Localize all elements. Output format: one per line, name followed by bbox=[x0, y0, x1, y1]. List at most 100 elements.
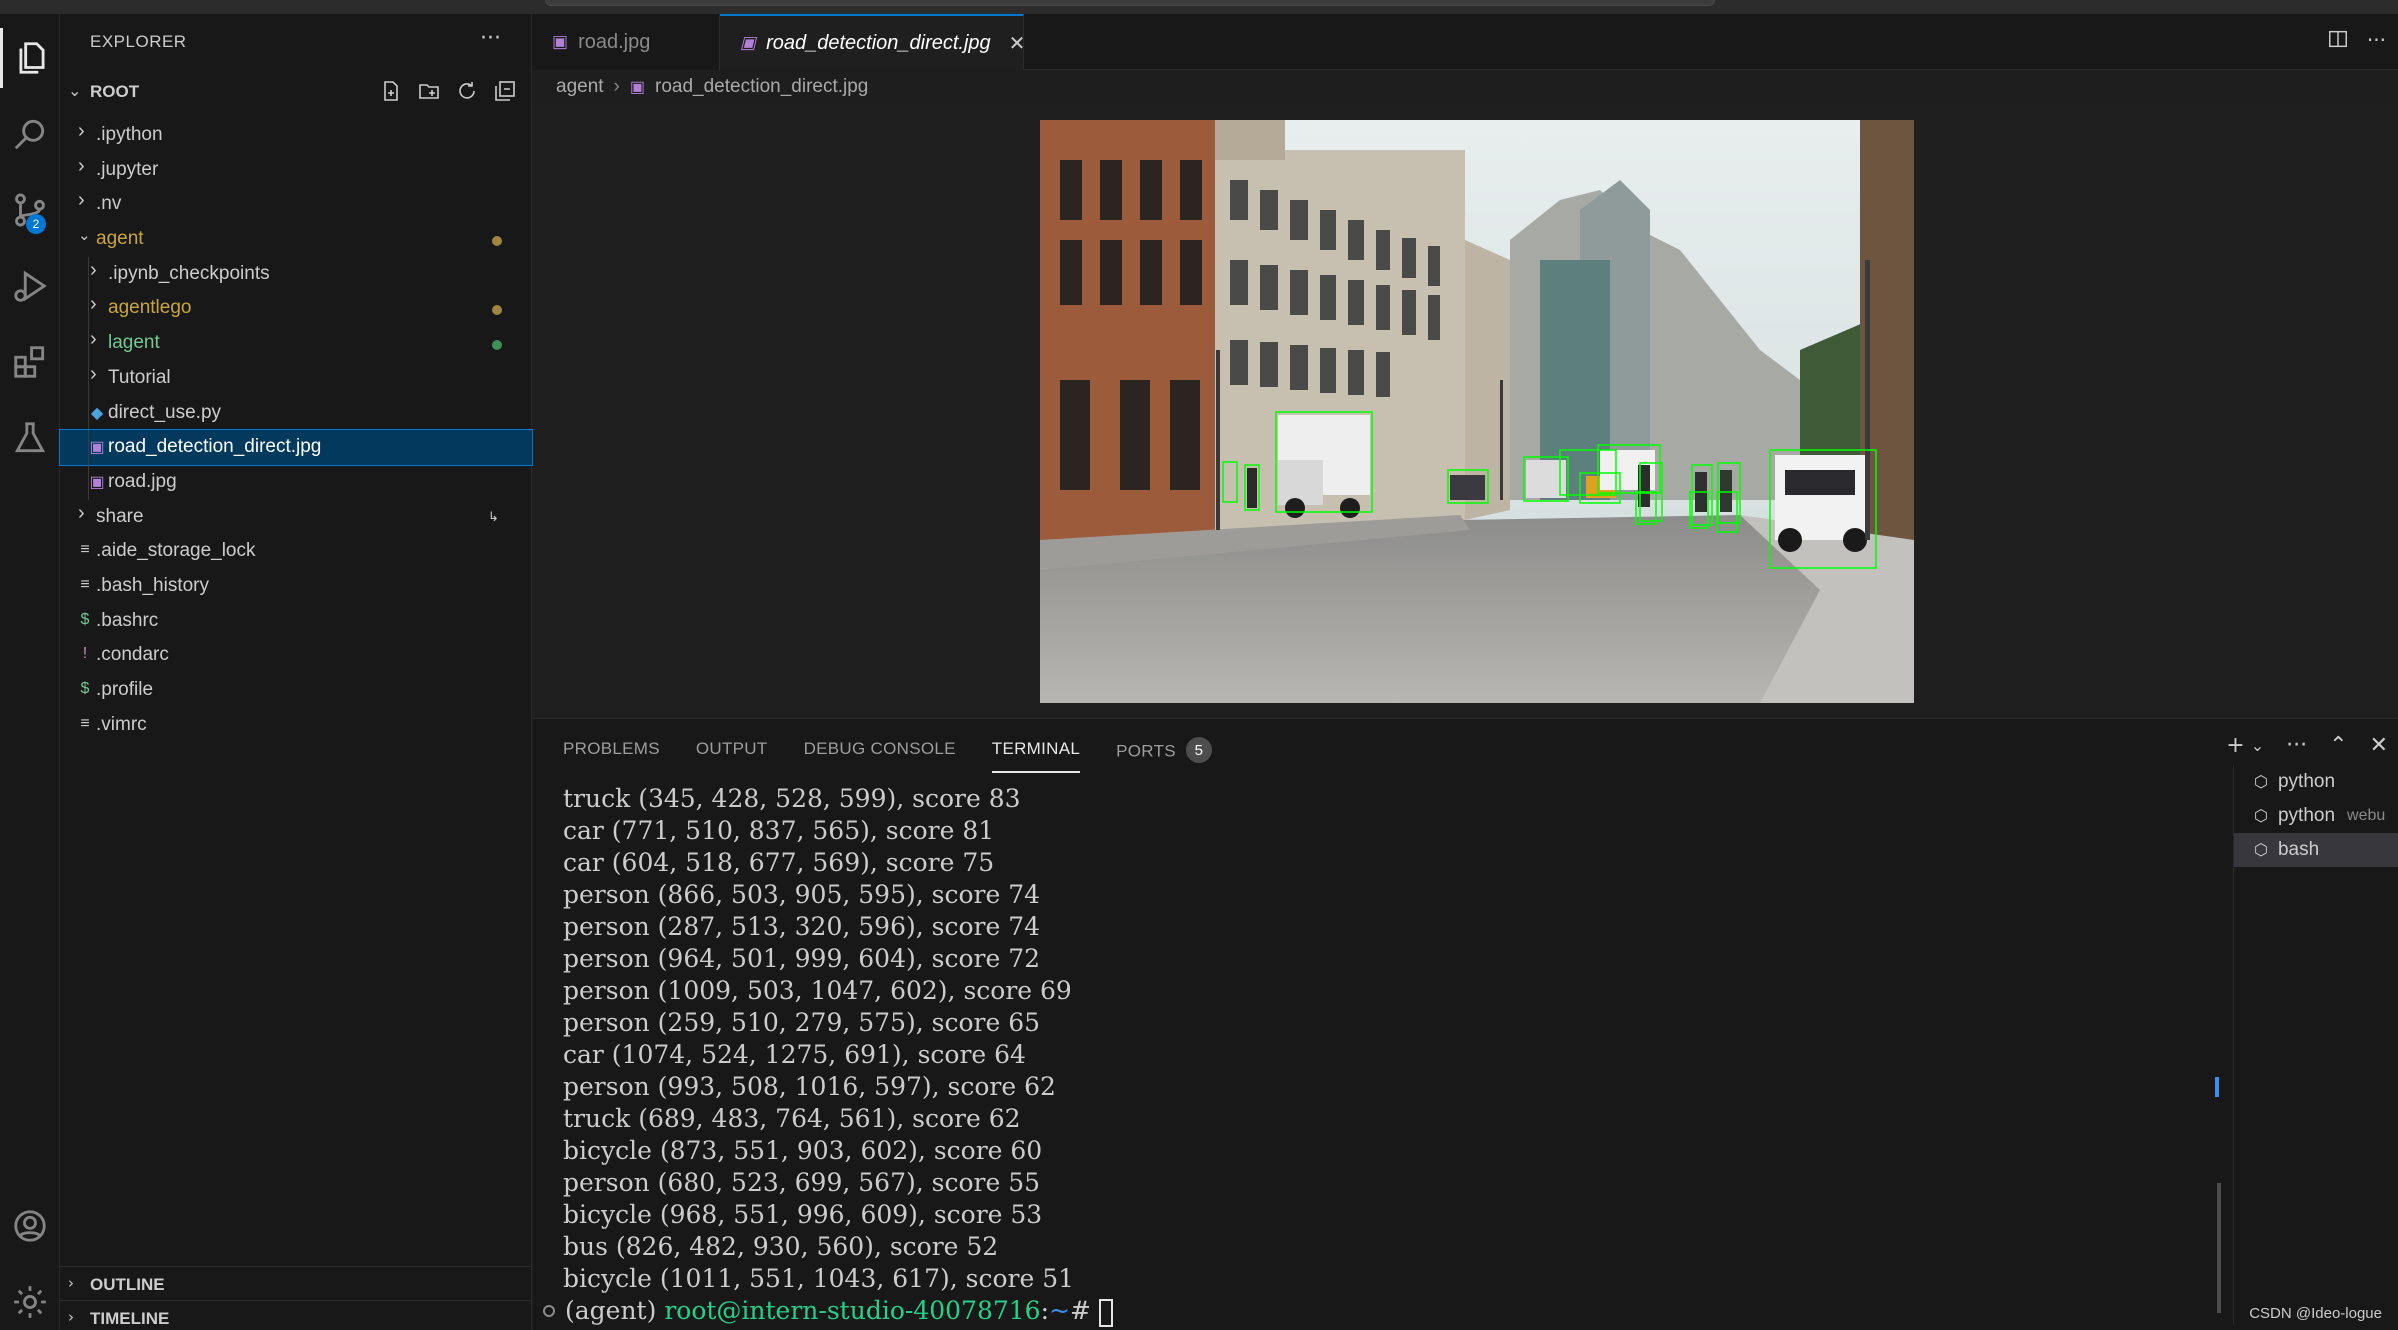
tree-folder[interactable]: ⌄ agent bbox=[60, 222, 532, 257]
tree-file[interactable]: ≡ .vimrc bbox=[60, 708, 532, 743]
explorer-icon[interactable] bbox=[0, 28, 60, 88]
refresh-icon[interactable] bbox=[454, 78, 480, 104]
terminal-line: person (259, 510, 279, 575), score 65 bbox=[563, 1008, 1041, 1037]
detection-result-image[interactable] bbox=[1040, 120, 1914, 703]
more-actions-icon[interactable]: ··· bbox=[2367, 28, 2386, 55]
tree-item-label: lagent bbox=[108, 332, 160, 354]
tab-ports[interactable]: PORTS 5 bbox=[1116, 737, 1212, 773]
terminal-icon: ⬡ bbox=[2254, 842, 2268, 859]
tab-road-detection-direct-jpg[interactable]: ▣ road_detection_direct.jpg ✕ bbox=[720, 14, 1026, 70]
tree-folder[interactable]: › Tutorial bbox=[60, 360, 532, 396]
tree-item-label: .jupyter bbox=[96, 158, 159, 180]
source-control-icon[interactable]: 2 bbox=[0, 180, 60, 240]
tab-output[interactable]: OUTPUT bbox=[696, 739, 768, 773]
tree-folder[interactable]: › .jupyter bbox=[60, 153, 532, 188]
extensions-icon[interactable] bbox=[0, 332, 60, 392]
tree-folder[interactable]: › share ↳ bbox=[60, 500, 532, 535]
terminal-instance-label: bash bbox=[2277, 839, 2320, 860]
prompt-env: (agent) bbox=[565, 1296, 657, 1325]
close-icon[interactable]: ✕ bbox=[1009, 31, 1026, 56]
title-bar bbox=[0, 0, 2398, 14]
explorer-more-icon[interactable]: ··· bbox=[480, 26, 501, 51]
explorer-title: EXPLORER bbox=[90, 32, 187, 51]
tree-item-label: .bashrc bbox=[96, 609, 159, 631]
tab-problems[interactable]: PROBLEMS bbox=[563, 739, 660, 773]
indent-guide bbox=[88, 360, 89, 396]
tab-label: road_detection_direct.jpg bbox=[766, 31, 991, 54]
settings-gear-icon[interactable] bbox=[0, 1272, 60, 1330]
tree-file[interactable]: ▣ road.jpg bbox=[60, 464, 532, 500]
maximize-panel-icon[interactable]: ⌃ bbox=[2329, 733, 2347, 758]
terminal-instance[interactable]: ⬡ python webu bbox=[2234, 799, 2398, 833]
terminal-instance[interactable]: ⬡ bash bbox=[2234, 833, 2398, 867]
run-debug-icon[interactable] bbox=[0, 256, 60, 316]
collapse-all-icon[interactable] bbox=[492, 78, 518, 104]
indent-guide bbox=[88, 291, 89, 327]
command-decoration-icon[interactable] bbox=[543, 1305, 555, 1317]
terminal-line: car (771, 510, 837, 565), score 81 bbox=[563, 816, 995, 845]
search-icon[interactable] bbox=[0, 104, 60, 164]
prompt-char: # bbox=[1069, 1296, 1091, 1325]
tree-folder[interactable]: › lagent bbox=[60, 326, 532, 361]
new-folder-icon[interactable] bbox=[416, 78, 442, 104]
tree-file[interactable]: $ .profile bbox=[60, 673, 532, 708]
tab-debug-console[interactable]: DEBUG CONSOLE bbox=[804, 739, 956, 773]
chevron-right-icon: › bbox=[68, 1308, 74, 1326]
tab-ports-label: PORTS bbox=[1116, 741, 1176, 761]
shell-file-icon: $ bbox=[80, 680, 90, 697]
tree-item-label: .profile bbox=[96, 679, 154, 700]
tree-file[interactable]: ! .condarc bbox=[60, 638, 532, 673]
chevron-down-icon[interactable]: ⌄ bbox=[2251, 736, 2264, 755]
tree-item-label: share bbox=[96, 505, 144, 527]
testing-icon[interactable] bbox=[0, 408, 60, 468]
outline-section[interactable]: › OUTLINE bbox=[60, 1266, 532, 1300]
new-terminal-icon[interactable]: + bbox=[2226, 733, 2244, 758]
close-panel-icon[interactable]: ✕ bbox=[2370, 733, 2388, 758]
file-tree: › .ipython › .jupyter › .nv ⌄ agent › .ipynb_chec… bbox=[59, 118, 533, 743]
tree-file[interactable]: ◆ direct_use.py bbox=[60, 395, 532, 431]
breadcrumb-file[interactable]: road_detection_direct.jpg bbox=[655, 76, 868, 98]
chevron-right-icon: › bbox=[90, 362, 97, 385]
terminal-instance-label: python bbox=[2277, 771, 2336, 792]
tree-folder[interactable]: › .nv bbox=[60, 187, 532, 222]
timeline-section[interactable]: › TIMELINE bbox=[60, 1300, 532, 1330]
terminal-line: person (866, 503, 905, 595), score 74 bbox=[563, 880, 1041, 909]
terminal-line: bicycle (873, 551, 903, 602), score 60 bbox=[563, 1136, 1043, 1165]
tree-item-label: .bash_history bbox=[96, 574, 210, 596]
breadcrumb-folder[interactable]: agent bbox=[556, 76, 604, 98]
account-icon[interactable] bbox=[0, 1196, 60, 1256]
tree-file[interactable]: ▣ road_detection_direct.jpg bbox=[59, 429, 533, 466]
terminal-output[interactable]: truck (345, 428, 528, 599), score 83 car … bbox=[543, 783, 2203, 1327]
new-file-icon[interactable] bbox=[378, 78, 404, 104]
terminal-instance[interactable]: ⬡ python bbox=[2234, 765, 2398, 799]
terminal-line: bus (826, 482, 930, 560), score 52 bbox=[563, 1232, 999, 1261]
tree-file[interactable]: ≡ .aide_storage_lock bbox=[60, 534, 532, 569]
prompt-sep: : bbox=[1040, 1296, 1050, 1325]
prompt-path: ~ bbox=[1049, 1296, 1070, 1325]
tree-folder[interactable]: › .ipynb_checkpoints bbox=[60, 256, 532, 292]
tree-folder[interactable]: › .ipython bbox=[60, 118, 532, 153]
terminal-prompt[interactable]: (agent) root@intern-studio-40078716:~# bbox=[543, 1295, 2203, 1327]
tree-file[interactable]: ≡ .bash_history bbox=[60, 569, 532, 604]
tab-road-jpg[interactable]: ▣ road.jpg bbox=[532, 14, 720, 70]
shell-file-icon: $ bbox=[80, 610, 90, 628]
chevron-down-icon: ⌄ bbox=[78, 227, 91, 245]
split-editor-icon[interactable] bbox=[2327, 28, 2349, 55]
text-file-icon: ≡ bbox=[80, 541, 90, 559]
explorer-root-header[interactable]: ⌄ ROOT bbox=[60, 74, 532, 108]
chevron-right-icon: › bbox=[78, 189, 85, 212]
tree-file[interactable]: $ .bashrc bbox=[60, 604, 532, 639]
command-center[interactable] bbox=[545, 0, 1715, 6]
scrollbar-thumb[interactable] bbox=[2217, 1183, 2221, 1313]
terminal-line: truck (689, 483, 764, 561), score 62 bbox=[563, 1104, 1021, 1133]
terminal-list: ⬡ python ⬡ python webu ⬡ bash bbox=[2233, 765, 2398, 1325]
terminal-line: person (680, 523, 699, 567), score 55 bbox=[563, 1168, 1041, 1197]
chevron-right-icon: › bbox=[613, 76, 620, 97]
python-file-icon: ◆ bbox=[90, 404, 104, 422]
tab-terminal[interactable]: TERMINAL bbox=[991, 739, 1081, 773]
terminal-scrollbar[interactable] bbox=[2213, 765, 2227, 1325]
more-actions-icon[interactable]: ··· bbox=[2286, 733, 2307, 758]
editor-tab-bar: ▣ road.jpg ▣ road_detection_direct.jpg ✕… bbox=[532, 14, 2398, 70]
tree-folder[interactable]: › agentlego bbox=[60, 291, 532, 327]
chevron-right-icon: › bbox=[78, 501, 85, 524]
